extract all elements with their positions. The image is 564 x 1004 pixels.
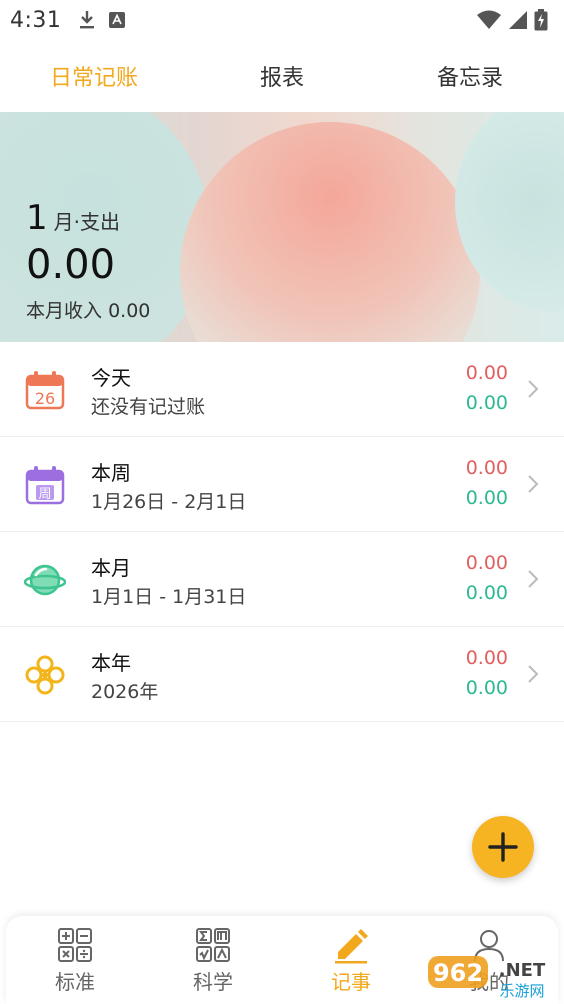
calendar-day-icon: 26 bbox=[25, 371, 65, 410]
status-bar: 4:31 bbox=[0, 0, 564, 40]
row-subtitle: 1月1日 - 1月31日 bbox=[91, 586, 247, 608]
tab-daily-bookkeeping[interactable]: 日常记账 bbox=[0, 60, 188, 92]
top-tabs: 日常记账 报表 备忘录 bbox=[0, 40, 564, 112]
signal-icon bbox=[509, 11, 527, 29]
monthly-expense-amount: 0.00 bbox=[26, 242, 116, 288]
row-title: 本月 bbox=[91, 556, 131, 580]
battery-icon bbox=[534, 9, 548, 31]
row-expense: 0.00 bbox=[465, 647, 508, 669]
nav-notes[interactable]: 记事 bbox=[282, 916, 420, 1004]
row-income: 0.00 bbox=[465, 392, 508, 414]
income-amount: 0.00 bbox=[108, 300, 151, 322]
banner-decoration bbox=[180, 122, 480, 342]
wifi-icon bbox=[477, 10, 501, 29]
summary-row-week[interactable]: 周 本周 1月26日 - 2月1日 0.00 0.00 bbox=[0, 437, 564, 532]
add-record-button[interactable] bbox=[472, 816, 534, 878]
summary-row-year[interactable]: 本年 2026年 0.00 0.00 bbox=[0, 627, 564, 722]
nav-scientific[interactable]: 科学 bbox=[144, 916, 282, 1004]
chevron-right-icon bbox=[528, 380, 539, 398]
row-title: 本年 bbox=[91, 651, 131, 675]
row-subtitle: 2026年 bbox=[91, 681, 159, 703]
app-notification-icon bbox=[109, 12, 126, 28]
row-income: 0.00 bbox=[465, 677, 508, 699]
tab-memo[interactable]: 备忘录 bbox=[376, 60, 564, 92]
row-expense: 0.00 bbox=[465, 552, 508, 574]
tab-reports[interactable]: 报表 bbox=[188, 60, 376, 92]
planet-icon bbox=[24, 564, 66, 596]
month-number: 1 bbox=[26, 198, 48, 238]
chevron-right-icon bbox=[528, 570, 539, 588]
pencil-icon bbox=[335, 929, 368, 964]
month-expense-label: 月·支出 bbox=[53, 210, 120, 234]
nav-label: 科学 bbox=[193, 970, 233, 994]
nav-label: 标准 bbox=[55, 970, 95, 994]
row-expense: 0.00 bbox=[465, 457, 508, 479]
calendar-week-icon: 周 bbox=[25, 466, 65, 505]
row-expense: 0.00 bbox=[465, 362, 508, 384]
scientific-calculator-icon bbox=[196, 928, 230, 962]
calendar-day-number: 26 bbox=[35, 389, 55, 408]
standard-calculator-icon bbox=[58, 928, 92, 962]
chevron-right-icon bbox=[528, 665, 539, 683]
watermark-brand: 962 bbox=[433, 959, 483, 987]
summary-row-today[interactable]: 26 今天 还没有记过账 0.00 0.00 bbox=[0, 342, 564, 437]
row-subtitle: 1月26日 - 2月1日 bbox=[91, 491, 247, 513]
summary-row-month[interactable]: 本月 1月1日 - 1月31日 0.00 0.00 bbox=[0, 532, 564, 627]
row-income: 0.00 bbox=[465, 582, 508, 604]
nav-label: 记事 bbox=[331, 970, 371, 994]
calendar-week-glyph: 周 bbox=[38, 487, 51, 502]
monthly-summary-banner: 1 月·支出 0.00 本月收入 0.00 bbox=[0, 112, 564, 342]
download-icon bbox=[80, 11, 95, 29]
watermark-suffix: .NET bbox=[499, 960, 546, 981]
chevron-right-icon bbox=[528, 475, 539, 493]
row-income: 0.00 bbox=[465, 487, 508, 509]
plus-icon bbox=[488, 832, 518, 862]
nav-standard[interactable]: 标准 bbox=[6, 916, 144, 1004]
row-title: 本周 bbox=[91, 461, 131, 485]
monthly-income: 本月收入 0.00 bbox=[26, 296, 150, 323]
status-time: 4:31 bbox=[10, 7, 62, 33]
summary-list: 26 今天 还没有记过账 0.00 0.00 周 本周 1月26日 - 2月1日… bbox=[0, 342, 564, 722]
watermark-subtitle: 乐游网 bbox=[499, 982, 544, 1000]
row-subtitle: 还没有记过账 bbox=[91, 396, 206, 418]
knot-icon bbox=[25, 655, 65, 695]
income-label: 本月收入 bbox=[26, 300, 103, 322]
row-title: 今天 bbox=[91, 366, 131, 390]
site-watermark-logo: 962 .NET 乐游网 bbox=[428, 956, 546, 1000]
